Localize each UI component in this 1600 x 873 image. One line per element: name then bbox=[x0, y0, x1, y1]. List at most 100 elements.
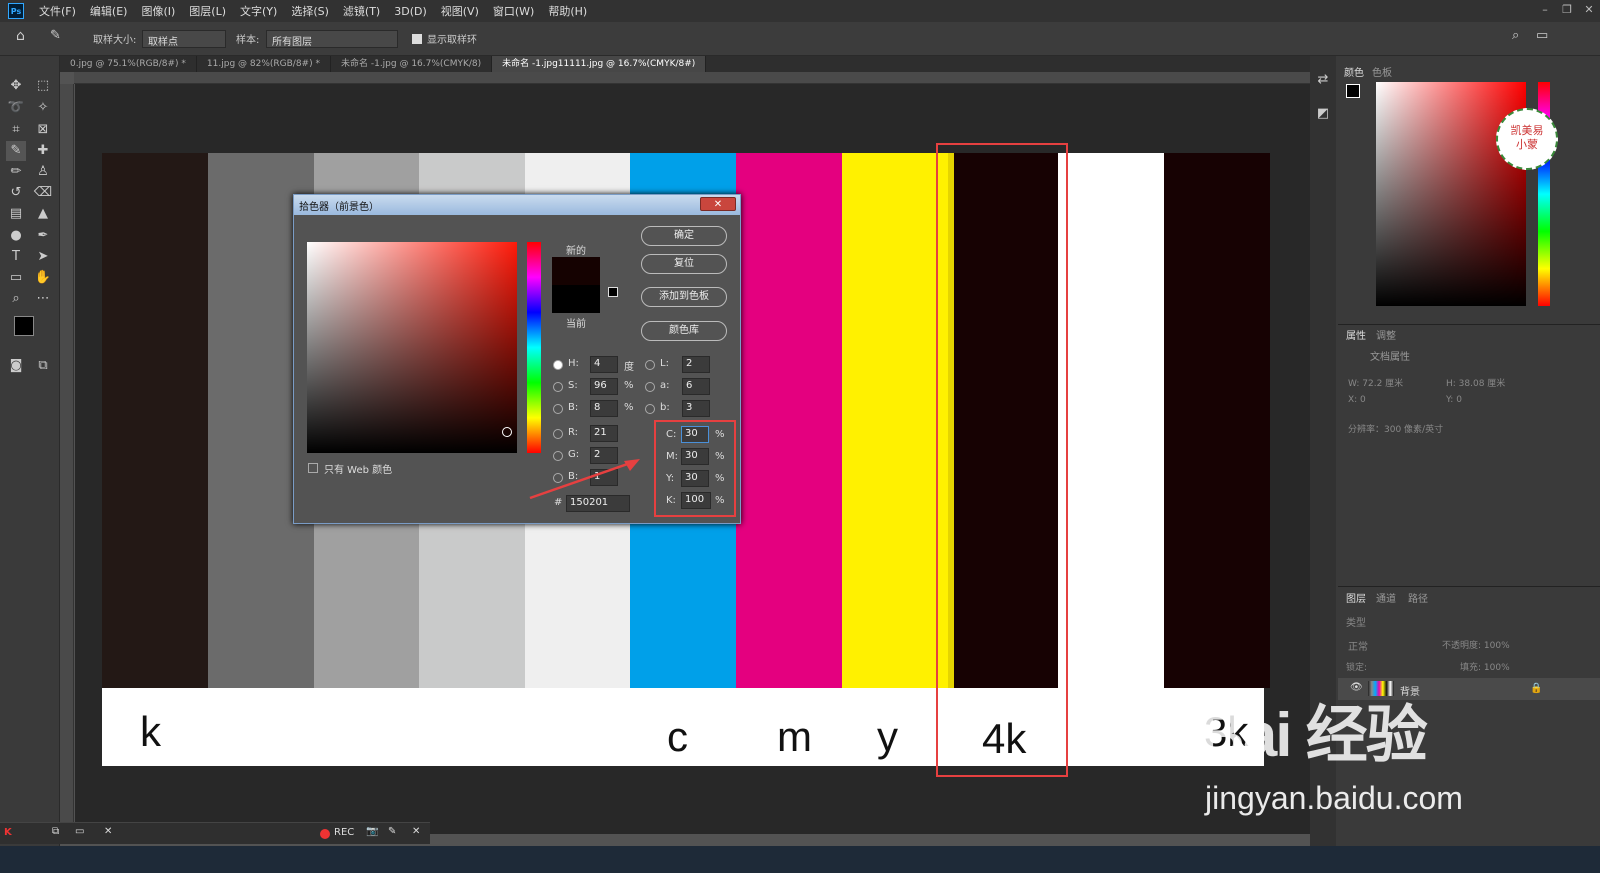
color-tab[interactable]: 颜色 bbox=[1344, 64, 1364, 79]
pen-icon[interactable]: ✎ bbox=[388, 826, 396, 837]
a-radio[interactable] bbox=[645, 382, 655, 392]
gradient-tool-icon[interactable]: ▤ bbox=[6, 204, 26, 224]
blur-tool-icon[interactable]: ▲ bbox=[33, 204, 53, 224]
saturation-value-field[interactable] bbox=[307, 242, 517, 453]
search-icon[interactable]: ⌕ bbox=[1512, 28, 1519, 43]
color-library-button[interactable]: 颜色库 bbox=[641, 321, 727, 341]
web-only-checkbox[interactable] bbox=[308, 463, 318, 473]
healing-tool-icon[interactable]: ✚ bbox=[33, 141, 53, 161]
opacity-field[interactable]: 不透明度: 100% bbox=[1442, 638, 1510, 651]
layer-kind-filter[interactable]: 类型 bbox=[1346, 614, 1366, 629]
minimize-icon[interactable]: – bbox=[1534, 0, 1556, 22]
brush-tool-icon[interactable]: ✏ bbox=[6, 162, 26, 182]
layers-tab[interactable]: 图层 bbox=[1346, 590, 1366, 605]
h-field[interactable]: 4 bbox=[590, 356, 618, 373]
adjustments-tab[interactable]: 调整 bbox=[1376, 327, 1396, 342]
current-color-swatch[interactable] bbox=[552, 285, 600, 313]
reset-button[interactable]: 复位 bbox=[641, 254, 727, 274]
red-radio[interactable] bbox=[553, 429, 563, 439]
menu-3d[interactable]: 3D(D) bbox=[387, 5, 434, 18]
menu-image[interactable]: 图像(I) bbox=[134, 3, 182, 19]
s-field[interactable]: 96 bbox=[590, 378, 618, 395]
sat-radio[interactable] bbox=[553, 382, 563, 392]
l-field[interactable]: 2 bbox=[682, 356, 710, 373]
history-brush-icon[interactable]: ↺ bbox=[6, 183, 26, 203]
a-field[interactable]: 6 bbox=[682, 378, 710, 395]
restore-icon[interactable]: ⧉ bbox=[52, 826, 59, 837]
menu-select[interactable]: 选择(S) bbox=[284, 3, 336, 19]
history-panel-icon[interactable]: ⇄ bbox=[1313, 70, 1333, 90]
fill-field[interactable]: 填充: 100% bbox=[1460, 660, 1510, 673]
color-cursor[interactable] bbox=[502, 427, 512, 437]
eyedropper-tool-icon[interactable]: ✎ bbox=[6, 141, 26, 161]
type-tool-icon[interactable]: T bbox=[6, 247, 26, 267]
menu-help[interactable]: 帮助(H) bbox=[541, 3, 594, 19]
hue-slider[interactable] bbox=[527, 242, 541, 453]
menu-type[interactable]: 文字(Y) bbox=[233, 3, 284, 19]
workspace-icon[interactable]: ▭ bbox=[1536, 28, 1548, 43]
quick-mask-icon[interactable]: ◙ bbox=[6, 356, 26, 376]
tab-doc-active[interactable]: 未命名 -1.jpg11111.jpg @ 16.7%(CMYK/8#) bbox=[492, 56, 707, 72]
stamp-tool-icon[interactable]: ♙ bbox=[33, 162, 53, 182]
hand-tool-icon[interactable]: ✋ bbox=[33, 268, 53, 288]
y-field[interactable]: 30 bbox=[681, 470, 709, 487]
panel-fg-swatch[interactable] bbox=[1346, 84, 1360, 98]
dodge-tool-icon[interactable]: ● bbox=[6, 226, 26, 246]
rectangle-tool-icon[interactable]: ▭ bbox=[6, 268, 26, 288]
move-tool-icon[interactable]: ✥ bbox=[6, 76, 26, 96]
web-safe-icon[interactable] bbox=[608, 287, 618, 297]
marquee-tool-icon[interactable]: ⬚ bbox=[33, 76, 53, 96]
rec-label[interactable]: REC bbox=[334, 827, 354, 838]
close-icon[interactable]: ✕ bbox=[412, 826, 420, 837]
m-field[interactable]: 30 bbox=[681, 448, 709, 465]
screen-mode-icon[interactable]: ⧉ bbox=[33, 356, 53, 376]
menu-edit[interactable]: 编辑(E) bbox=[83, 3, 135, 19]
ok-button[interactable]: 确定 bbox=[641, 226, 727, 246]
menu-layer[interactable]: 图层(L) bbox=[182, 3, 233, 19]
pen-tool-icon[interactable]: ✒ bbox=[33, 226, 53, 246]
k-field[interactable]: 100 bbox=[681, 492, 711, 509]
foreground-color-swatch[interactable] bbox=[14, 316, 34, 336]
maximize-icon[interactable]: ▭ bbox=[75, 826, 84, 837]
menu-view[interactable]: 视图(V) bbox=[434, 3, 486, 19]
show-ring-checkbox[interactable] bbox=[412, 34, 422, 44]
hue-radio[interactable] bbox=[553, 360, 563, 370]
swatches-tab[interactable]: 色板 bbox=[1372, 64, 1392, 79]
quick-select-icon[interactable]: ✧ bbox=[33, 98, 53, 118]
r-field[interactable]: 21 bbox=[590, 425, 618, 442]
dialog-close-button[interactable]: ✕ bbox=[700, 197, 736, 211]
tab-doc-11[interactable]: 11.jpg @ 82%(RGB/8#) * bbox=[197, 56, 331, 72]
camera-icon[interactable]: 📷 bbox=[366, 826, 378, 837]
crop-tool-icon[interactable]: ⌗ bbox=[6, 120, 26, 140]
properties-tab[interactable]: 属性 bbox=[1346, 327, 1366, 342]
restore-icon[interactable]: ❐ bbox=[1556, 0, 1578, 22]
lab-b-radio[interactable] bbox=[645, 404, 655, 414]
eraser-tool-icon[interactable]: ⌫ bbox=[33, 183, 53, 203]
properties-panel-icon[interactable]: ◩ bbox=[1313, 104, 1333, 124]
tab-doc-0[interactable]: 0.jpg @ 75.1%(RGB/8#) * bbox=[60, 56, 197, 72]
sample-size-select[interactable]: 取样点 bbox=[142, 30, 226, 48]
c-field[interactable]: 30 bbox=[681, 426, 709, 443]
zoom-tool-icon[interactable]: ⌕ bbox=[6, 289, 26, 309]
path-select-icon[interactable]: ➤ bbox=[33, 247, 53, 267]
b-field[interactable]: 8 bbox=[590, 400, 618, 417]
blend-mode-select[interactable]: 正常 bbox=[1348, 638, 1368, 653]
add-to-swatches-button[interactable]: 添加到色板 bbox=[641, 287, 727, 307]
paths-tab[interactable]: 路径 bbox=[1408, 590, 1428, 605]
panel-color-field[interactable] bbox=[1376, 82, 1526, 306]
lasso-tool-icon[interactable]: ➰ bbox=[6, 98, 26, 118]
eyedropper-icon[interactable]: ✎ bbox=[50, 28, 61, 43]
l-radio[interactable] bbox=[645, 360, 655, 370]
channels-tab[interactable]: 通道 bbox=[1376, 590, 1396, 605]
close-icon[interactable]: ✕ bbox=[1578, 0, 1600, 22]
home-icon[interactable]: ⌂ bbox=[16, 28, 25, 44]
close-icon[interactable]: ✕ bbox=[104, 826, 112, 837]
bright-radio[interactable] bbox=[553, 404, 563, 414]
menu-window[interactable]: 窗口(W) bbox=[486, 3, 541, 19]
tab-doc-untitled[interactable]: 未命名 -1.jpg @ 16.7%(CMYK/8) bbox=[331, 56, 493, 72]
frame-tool-icon[interactable]: ⊠ bbox=[33, 120, 53, 140]
menu-file[interactable]: 文件(F) bbox=[32, 3, 83, 19]
lab-b-field[interactable]: 3 bbox=[682, 400, 710, 417]
menu-filter[interactable]: 滤镜(T) bbox=[336, 3, 387, 19]
sample-select[interactable]: 所有图层 bbox=[266, 30, 398, 48]
